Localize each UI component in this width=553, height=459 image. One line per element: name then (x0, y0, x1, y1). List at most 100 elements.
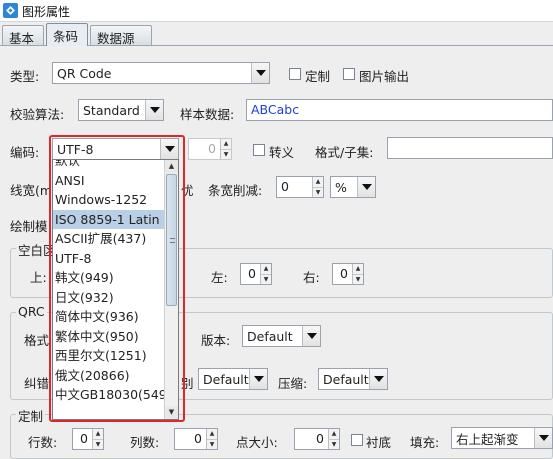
encoding-option[interactable]: ANSI (53, 171, 165, 191)
spin-up-icon[interactable]: ▲ (313, 177, 323, 187)
encoding-option[interactable]: UTF-8 (53, 249, 165, 269)
top-margin-label: 上: (30, 270, 47, 285)
encoding-select[interactable]: UTF-8 (52, 138, 179, 160)
version-value: Default (247, 328, 293, 344)
chevron-down-icon[interactable] (302, 326, 320, 346)
chevron-down-icon[interactable] (145, 100, 163, 120)
scroll-up-icon[interactable]: ▲ (165, 160, 178, 173)
chevron-down-icon[interactable] (160, 139, 178, 159)
title-bar (0, 0, 553, 22)
spin-down-icon[interactable]: ▼ (353, 273, 363, 284)
dot-size-spinner[interactable]: 0 ▲ ▼ (294, 428, 340, 450)
encoding-options: 默认 ANSI Windows-1252 ISO 8859-1 Latin I ASCI… (53, 160, 165, 405)
bar-reduce-unit-select[interactable]: % (330, 176, 376, 198)
background-label: 衬底 (366, 435, 392, 450)
escape-checkbox[interactable] (253, 144, 265, 156)
format-label: 格式/子集: (315, 145, 374, 160)
tab-barcode[interactable]: 条码 (46, 23, 88, 46)
encoding-spin-value: 0 (208, 141, 216, 156)
encoding-option[interactable]: 韩文(949) (53, 268, 165, 288)
check-algo-label: 校验算法: (10, 107, 65, 122)
rows-spinner[interactable]: 0 ▲ ▼ (72, 428, 104, 450)
check-algo-select[interactable]: Standard (78, 99, 164, 121)
draw-mode-label: 绘制模 (10, 219, 48, 234)
spin-down-icon[interactable]: ▼ (93, 438, 103, 449)
type-label: 类型: (10, 69, 40, 84)
ecc-select[interactable]: Default (198, 368, 268, 390)
spin-down-icon[interactable]: ▼ (221, 148, 231, 159)
dot-size-value: 0 (316, 431, 324, 446)
left-margin-value: 0 (248, 266, 256, 281)
dot-size-label: 点大小: (236, 435, 278, 450)
custom-group-title: 定制 (16, 406, 46, 425)
cols-label: 列数: (130, 435, 160, 450)
spin-up-icon[interactable]: ▲ (261, 264, 271, 274)
spin-down-icon[interactable]: ▼ (329, 438, 339, 449)
scroll-down-icon[interactable]: ▼ (165, 406, 178, 419)
spin-up-icon[interactable]: ▲ (329, 429, 339, 439)
spin-down-icon[interactable]: ▼ (207, 438, 217, 449)
right-margin-spinner[interactable]: 0 ▲ ▼ (332, 263, 364, 285)
compress-select[interactable]: Default (318, 368, 388, 390)
line-width-label: 线宽(m (10, 183, 53, 198)
cols-spinner[interactable]: 0 ▲ ▼ (174, 428, 218, 450)
chevron-down-icon[interactable] (369, 369, 387, 389)
left-margin-label: 左: (211, 270, 228, 285)
fill-select[interactable]: 右上起渐变 (451, 427, 553, 449)
chevron-down-icon[interactable] (534, 428, 552, 448)
qr-group-title: QRC (16, 304, 47, 319)
encoding-dropdown-list[interactable]: 默认 ANSI Windows-1252 ISO 8859-1 Latin I ASCI… (52, 159, 179, 420)
scrollbar-thumb[interactable] (166, 174, 177, 306)
encoding-option[interactable]: 西里尔文(1251) (53, 346, 165, 366)
spin-up-icon[interactable]: ▲ (93, 429, 103, 439)
encoding-option[interactable]: 繁体中文(950) (53, 327, 165, 347)
custom-label: 定制 (305, 69, 331, 84)
chevron-down-icon[interactable] (357, 177, 375, 197)
dropdown-scrollbar[interactable]: ▲ ▼ (164, 160, 178, 419)
version-select[interactable]: Default (242, 325, 321, 347)
encoding-option[interactable]: 简体中文(936) (53, 307, 165, 327)
spin-up-icon[interactable]: ▲ (353, 264, 363, 274)
compress-label: 压缩: (278, 376, 308, 391)
bar-reduce-label: 条宽削减: (208, 183, 263, 198)
encoding-option[interactable]: ASCII扩展(437) (53, 229, 165, 249)
bar-reduce-spinner[interactable]: 0 ▲ ▼ (276, 176, 324, 198)
type-select[interactable]: QR Code (52, 62, 270, 84)
app-icon (3, 3, 18, 18)
fill-label: 填充: (410, 435, 440, 450)
encoding-option[interactable]: 日文(932) (53, 288, 165, 308)
chevron-down-icon[interactable] (251, 63, 269, 83)
image-output-checkbox[interactable] (343, 68, 355, 80)
check-algo-value: Standard (83, 102, 140, 118)
tab-basic[interactable]: 基本 (2, 25, 44, 46)
format-input[interactable] (387, 137, 553, 159)
image-output-label: 图片输出 (359, 69, 410, 84)
spin-down-icon[interactable]: ▼ (313, 186, 323, 197)
encoding-option[interactable]: Windows-1252 (53, 190, 165, 210)
encoding-value: UTF-8 (57, 141, 94, 157)
bar-reduce-value: 0 (281, 179, 289, 194)
tab-datasource[interactable]: 数据源 (90, 25, 152, 46)
chevron-down-icon[interactable] (249, 369, 267, 389)
bar-reduce-unit: % (335, 179, 347, 195)
encoding-option[interactable]: 默认 (53, 160, 165, 171)
custom-checkbox[interactable] (289, 68, 301, 80)
optimize-label: 优 (181, 183, 194, 198)
qr-format-label: 格式 (24, 333, 50, 348)
left-margin-spinner[interactable]: 0 ▲ ▼ (240, 263, 272, 285)
spin-up-icon[interactable]: ▲ (221, 139, 231, 149)
encoding-option[interactable]: 俄文(20866) (53, 366, 165, 386)
sample-data-input[interactable]: ABCabc (246, 99, 553, 121)
rows-value: 0 (80, 431, 88, 446)
encoding-option[interactable]: ISO 8859-1 Latin I (53, 209, 165, 229)
background-checkbox[interactable] (351, 434, 363, 446)
encoding-option[interactable]: 中文GB18030(54936) (53, 385, 165, 405)
cols-value: 0 (194, 431, 202, 446)
encoding-spinner[interactable]: 0 ▲ ▼ (188, 138, 232, 160)
spin-down-icon[interactable]: ▼ (261, 273, 271, 284)
ecc-label: 纠错 (24, 376, 50, 391)
escape-label: 转义 (269, 145, 295, 160)
ecc-label-tail: 别 (181, 376, 194, 391)
spin-up-icon[interactable]: ▲ (207, 429, 217, 439)
version-label: 版本: (201, 333, 231, 348)
